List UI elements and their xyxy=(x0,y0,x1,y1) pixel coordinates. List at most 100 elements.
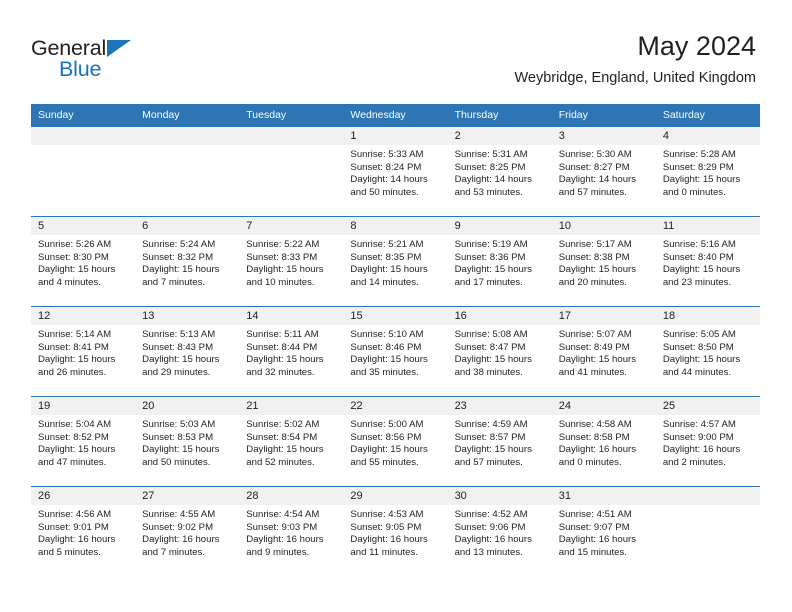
calendar-day-cell[interactable]: 22 Sunrise: 5:00 AM Sunset: 8:56 PM Dayligh… xyxy=(343,396,448,487)
calendar-day-cell[interactable]: 24 Sunrise: 4:58 AM Sunset: 8:58 PM Dayligh… xyxy=(551,396,656,487)
calendar-day-cell[interactable]: 23 Sunrise: 4:59 AM Sunset: 8:57 PM Dayligh… xyxy=(447,396,552,487)
sunset-text: Sunset: 8:32 PM xyxy=(142,251,214,263)
daylight-text-line1: Daylight: 15 hours xyxy=(350,444,428,456)
day-number: 3 xyxy=(551,127,656,145)
sunset-text: Sunset: 9:07 PM xyxy=(558,521,630,533)
sunrise-text: Sunrise: 5:05 AM xyxy=(662,329,736,340)
calendar-day-cell[interactable]: 31 Sunrise: 4:51 AM Sunset: 9:07 PM Dayligh… xyxy=(551,486,656,576)
sunset-text: Sunset: 9:03 PM xyxy=(246,521,318,533)
sunrise-text: Sunrise: 5:17 AM xyxy=(558,239,632,250)
sunset-text: Sunset: 8:30 PM xyxy=(38,251,109,263)
calendar-day-cell[interactable]: 29 Sunrise: 4:53 AM Sunset: 9:05 PM Dayligh… xyxy=(343,486,448,576)
day-details: Sunrise: 5:31 AM Sunset: 8:25 PM Daylight:… xyxy=(448,145,552,199)
calendar-day-cell[interactable]: 2 Sunrise: 5:31 AM Sunset: 8:25 PM Daylight… xyxy=(447,126,552,217)
day-number: 10 xyxy=(551,217,656,235)
sunset-text: Sunset: 8:53 PM xyxy=(142,431,214,443)
daylight-text-line2: and 29 minutes. xyxy=(142,366,211,378)
calendar-day-cell[interactable]: 3 Sunrise: 5:30 AM Sunset: 8:27 PM Daylight… xyxy=(551,126,656,217)
calendar-day-cell[interactable]: 1 Sunrise: 5:33 AM Sunset: 8:24 PM Daylight… xyxy=(343,126,448,217)
calendar-day-cell[interactable]: 13 Sunrise: 5:13 AM Sunset: 8:43 PM Dayligh… xyxy=(135,306,240,397)
calendar-day-cell[interactable]: 16 Sunrise: 5:08 AM Sunset: 8:47 PM Dayligh… xyxy=(447,306,552,397)
daylight-text-line1: Daylight: 16 hours xyxy=(454,534,532,546)
daylight-text-line2: and 10 minutes. xyxy=(246,276,315,288)
daylight-text-line2: and 7 minutes. xyxy=(142,546,206,558)
sunrise-text: Sunrise: 5:26 AM xyxy=(38,239,112,250)
daylight-text-line1: Daylight: 15 hours xyxy=(558,264,637,276)
calendar-day-cell[interactable]: 28 Sunrise: 4:54 AM Sunset: 9:03 PM Dayligh… xyxy=(239,486,344,576)
sunset-text: Sunset: 8:35 PM xyxy=(350,251,422,263)
sunset-text: Sunset: 9:00 PM xyxy=(662,431,734,443)
calendar-day-cell[interactable]: 7 Sunrise: 5:22 AM Sunset: 8:33 PM Daylight… xyxy=(239,216,344,307)
calendar-day-cell[interactable]: 20 Sunrise: 5:03 AM Sunset: 8:53 PM Dayligh… xyxy=(135,396,240,487)
sunrise-text: Sunrise: 4:54 AM xyxy=(246,509,320,520)
calendar-day-cell[interactable]: 19 Sunrise: 5:04 AM Sunset: 8:52 PM Dayligh… xyxy=(31,396,136,487)
sunrise-text: Sunrise: 4:58 AM xyxy=(558,419,632,430)
day-details: Sunrise: 4:52 AM Sunset: 9:06 PM Daylight:… xyxy=(448,505,552,559)
calendar-day-cell[interactable]: 27 Sunrise: 4:55 AM Sunset: 9:02 PM Dayligh… xyxy=(135,486,240,576)
calendar-day-cell[interactable]: 6 Sunrise: 5:24 AM Sunset: 8:32 PM Daylight… xyxy=(135,216,240,307)
calendar-day-cell[interactable]: 14 Sunrise: 5:11 AM Sunset: 8:44 PM Dayligh… xyxy=(239,306,344,397)
calendar-day-cell[interactable]: 11 Sunrise: 5:16 AM Sunset: 8:40 PM Dayligh… xyxy=(655,216,760,307)
calendar-day-cell[interactable]: 15 Sunrise: 5:10 AM Sunset: 8:46 PM Dayligh… xyxy=(343,306,448,397)
weekday-header-row: Sunday Monday Tuesday Wednesday Thursday Frid… xyxy=(31,104,760,127)
day-cell-inner: 12 Sunrise: 5:14 AM Sunset: 8:41 PM Dayligh… xyxy=(31,307,136,396)
calendar-day-cell[interactable]: 10 Sunrise: 5:17 AM Sunset: 8:38 PM Dayligh… xyxy=(551,216,656,307)
day-cell-inner: 27 Sunrise: 4:55 AM Sunset: 9:02 PM Dayligh… xyxy=(135,487,240,576)
calendar-day-cell[interactable]: 18 Sunrise: 5:05 AM Sunset: 8:50 PM Dayligh… xyxy=(655,306,760,397)
daylight-text-line1: Daylight: 16 hours xyxy=(558,534,637,546)
day-cell-inner: 11 Sunrise: 5:16 AM Sunset: 8:40 PM Dayligh… xyxy=(655,217,760,306)
day-details: Sunrise: 4:51 AM Sunset: 9:07 PM Daylight:… xyxy=(552,505,656,559)
sunset-text: Sunset: 8:49 PM xyxy=(558,341,630,353)
daylight-text-line2: and 41 minutes. xyxy=(558,366,627,378)
day-cell-inner: 4 Sunrise: 5:28 AM Sunset: 8:29 PM Daylight… xyxy=(655,127,760,216)
day-number: 7 xyxy=(239,217,344,235)
day-details: Sunrise: 5:11 AM Sunset: 8:44 PM Daylight:… xyxy=(239,325,343,379)
day-cell-inner xyxy=(239,127,344,216)
day-cell-inner: 31 Sunrise: 4:51 AM Sunset: 9:07 PM Dayligh… xyxy=(551,487,656,576)
daylight-text-line1: Daylight: 15 hours xyxy=(662,264,741,276)
calendar-day-cell[interactable]: 5 Sunrise: 5:26 AM Sunset: 8:30 PM Daylight… xyxy=(31,216,136,307)
sunrise-text: Sunrise: 5:13 AM xyxy=(142,329,216,340)
sunrise-text: Sunrise: 5:22 AM xyxy=(246,239,320,250)
day-details: Sunrise: 5:19 AM Sunset: 8:36 PM Daylight:… xyxy=(448,235,552,289)
day-number xyxy=(655,487,760,505)
weekday-header-sunday: Sunday xyxy=(31,104,136,127)
day-details: Sunrise: 5:14 AM Sunset: 8:41 PM Daylight:… xyxy=(31,325,135,379)
sunset-text: Sunset: 8:57 PM xyxy=(454,431,526,443)
calendar-day-cell[interactable]: 12 Sunrise: 5:14 AM Sunset: 8:41 PM Dayligh… xyxy=(31,306,136,397)
daylight-text-line1: Daylight: 15 hours xyxy=(38,354,116,366)
calendar-day-cell[interactable]: 8 Sunrise: 5:21 AM Sunset: 8:35 PM Daylight… xyxy=(343,216,448,307)
day-number: 4 xyxy=(655,127,760,145)
general-blue-logo[interactable]: General Blue xyxy=(31,36,151,82)
sunset-text: Sunset: 8:44 PM xyxy=(246,341,318,353)
daylight-text-line2: and 57 minutes. xyxy=(558,186,627,198)
sunrise-text: Sunrise: 5:02 AM xyxy=(246,419,320,430)
sunset-text: Sunset: 8:47 PM xyxy=(454,341,526,353)
calendar-day-cell[interactable]: 26 Sunrise: 4:56 AM Sunset: 9:01 PM Dayligh… xyxy=(31,486,136,576)
sunset-text: Sunset: 8:33 PM xyxy=(246,251,318,263)
day-details: Sunrise: 4:56 AM Sunset: 9:01 PM Daylight:… xyxy=(31,505,135,559)
calendar-day-cell[interactable]: 9 Sunrise: 5:19 AM Sunset: 8:36 PM Daylight… xyxy=(447,216,552,307)
title-block: May 2024 Weybridge, England, United King… xyxy=(514,30,756,88)
calendar-day-cell[interactable]: 17 Sunrise: 5:07 AM Sunset: 8:49 PM Dayligh… xyxy=(551,306,656,397)
day-cell-inner: 7 Sunrise: 5:22 AM Sunset: 8:33 PM Daylight… xyxy=(239,217,344,306)
calendar-day-cell[interactable]: 4 Sunrise: 5:28 AM Sunset: 8:29 PM Daylight… xyxy=(655,126,760,217)
sunset-text: Sunset: 8:52 PM xyxy=(38,431,109,443)
sunset-text: Sunset: 9:01 PM xyxy=(38,521,109,533)
calendar-day-cell[interactable]: 30 Sunrise: 4:52 AM Sunset: 9:06 PM Dayligh… xyxy=(447,486,552,576)
sunset-text: Sunset: 8:54 PM xyxy=(246,431,318,443)
day-cell-inner: 5 Sunrise: 5:26 AM Sunset: 8:30 PM Daylight… xyxy=(31,217,136,306)
daylight-text-line2: and 20 minutes. xyxy=(558,276,627,288)
daylight-text-line1: Daylight: 15 hours xyxy=(246,444,324,456)
day-cell-inner: 17 Sunrise: 5:07 AM Sunset: 8:49 PM Dayligh… xyxy=(551,307,656,396)
calendar-day-cell[interactable]: 25 Sunrise: 4:57 AM Sunset: 9:00 PM Dayligh… xyxy=(655,396,760,487)
daylight-text-line2: and 0 minutes. xyxy=(662,186,726,198)
daylight-text-line2: and 35 minutes. xyxy=(350,366,419,378)
day-cell-inner: 26 Sunrise: 4:56 AM Sunset: 9:01 PM Dayligh… xyxy=(31,487,136,576)
calendar-day-cell[interactable]: 21 Sunrise: 5:02 AM Sunset: 8:54 PM Dayligh… xyxy=(239,396,344,487)
day-number: 23 xyxy=(447,397,552,415)
sunset-text: Sunset: 8:40 PM xyxy=(662,251,734,263)
daylight-text-line1: Daylight: 15 hours xyxy=(454,264,532,276)
weekday-header-wednesday: Wednesday xyxy=(343,104,448,127)
day-cell-inner: 1 Sunrise: 5:33 AM Sunset: 8:24 PM Daylight… xyxy=(343,127,448,216)
